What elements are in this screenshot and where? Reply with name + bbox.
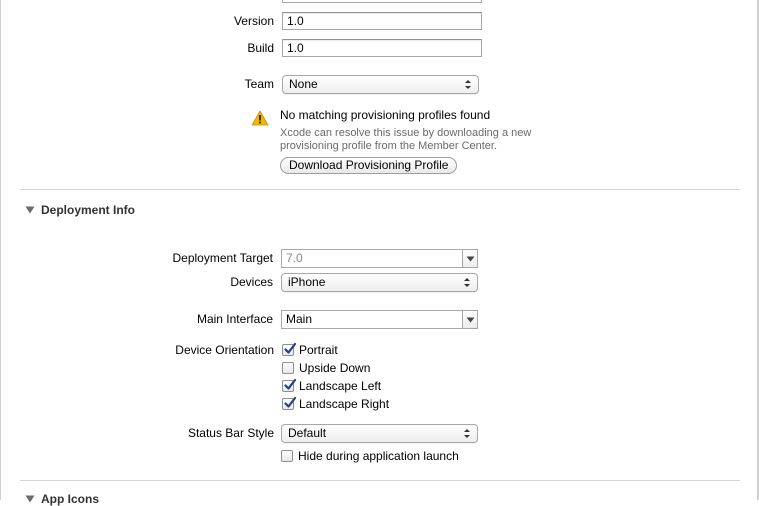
window-left-edge	[0, 0, 1, 500]
app-icons-title[interactable]: App Icons	[41, 492, 99, 506]
main-interface-combo[interactable]: Main	[281, 310, 478, 329]
main-interface-value: Main	[286, 312, 313, 326]
disclosure-triangle-icon[interactable]	[25, 205, 35, 215]
devices-label: Devices	[230, 275, 273, 289]
main-interface-label: Main Interface	[196, 312, 273, 326]
build-field[interactable]: 1.0	[282, 39, 482, 57]
devices-popup[interactable]: iPhone	[281, 273, 478, 292]
combo-dropdown-button[interactable]	[462, 310, 478, 329]
deployment-target-combo[interactable]: 7.0	[281, 249, 478, 268]
team-popup[interactable]: None	[282, 75, 479, 94]
upside-down-checkbox[interactable]	[282, 362, 294, 374]
popup-arrows-icon	[465, 80, 471, 89]
device-orientation-label: Device Orientation	[175, 343, 274, 357]
deployment-target-value: 7.0	[286, 251, 303, 265]
status-bar-style-label: Status Bar Style	[187, 426, 274, 440]
build-label: Build	[247, 41, 274, 55]
checkmark-icon	[284, 396, 297, 408]
deployment-target-label: Deployment Target	[172, 251, 274, 265]
warning-triangle-icon	[251, 110, 269, 126]
version-field[interactable]: 1.0	[282, 12, 482, 30]
disclosure-triangle-icon[interactable]	[25, 494, 35, 504]
combo-dropdown-button[interactable]	[462, 249, 478, 268]
version-label: Version	[233, 14, 274, 28]
popup-arrows-icon	[464, 429, 470, 438]
team-label: Team	[244, 77, 274, 91]
portrait-checkbox[interactable]	[282, 342, 297, 356]
status-bar-style-popup[interactable]: Default	[281, 424, 478, 443]
warning-title: No matching provisioning profiles found	[280, 108, 491, 122]
chevron-down-icon	[466, 317, 475, 323]
landscape-left-label[interactable]: Landscape Left	[299, 379, 381, 393]
landscape-left-checkbox[interactable]	[282, 378, 297, 392]
team-popup-value: None	[289, 77, 318, 91]
checkmark-icon	[284, 342, 297, 354]
download-provisioning-profile-button[interactable]: Download Provisioning Profile	[280, 157, 458, 174]
devices-popup-value: iPhone	[288, 275, 326, 289]
chevron-down-icon	[466, 256, 475, 262]
section-separator	[20, 480, 740, 481]
popup-arrows-icon	[464, 278, 470, 287]
hide-status-bar-checkbox[interactable]	[281, 450, 293, 462]
section-separator	[20, 189, 740, 190]
portrait-label[interactable]: Portrait	[299, 343, 338, 357]
status-bar-style-value: Default	[288, 426, 327, 440]
deployment-info-title[interactable]: Deployment Info	[41, 203, 135, 217]
bundle-identifier-field[interactable]	[282, 0, 482, 3]
landscape-right-label[interactable]: Landscape Right	[299, 397, 389, 411]
hide-status-bar-label[interactable]: Hide during application launch	[298, 449, 459, 463]
warning-message: Xcode can resolve this issue by download…	[280, 127, 532, 152]
upside-down-label[interactable]: Upside Down	[299, 361, 370, 375]
landscape-right-checkbox[interactable]	[282, 396, 297, 410]
checkmark-icon	[284, 378, 297, 390]
